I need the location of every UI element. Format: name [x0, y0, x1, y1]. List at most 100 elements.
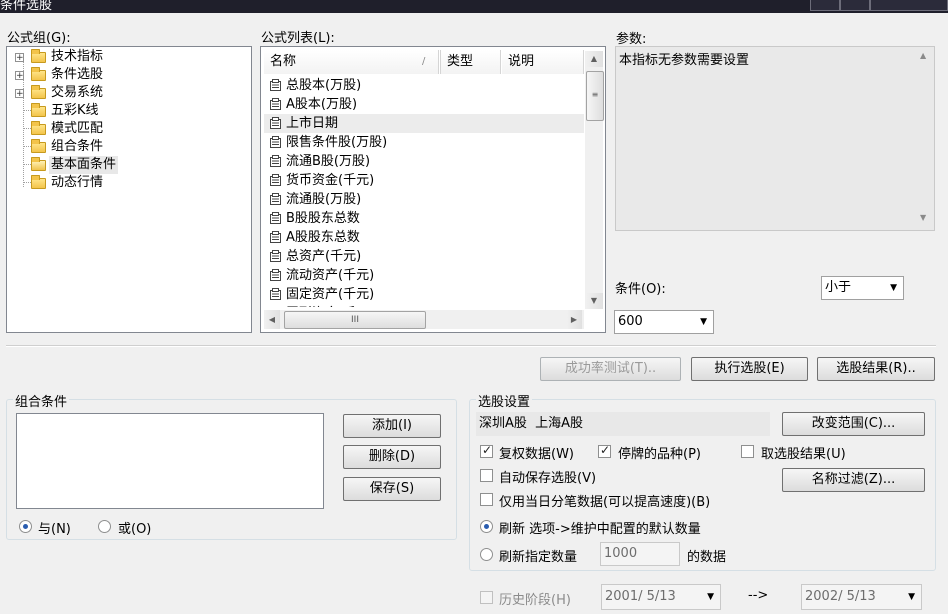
take-result-checkbox[interactable] — [741, 445, 754, 458]
column-header-desc[interactable]: 说明 — [502, 50, 584, 74]
list-item[interactable]: 上市日期 — [264, 114, 584, 133]
history-label: 历史阶段(H) — [499, 593, 571, 608]
formula-list[interactable]: 名称 / 类型 说明 总股本(万股) A股本(万股) 上市日期 限售条件股(万股) 流通… — [260, 46, 606, 333]
run-selection-button[interactable]: 执行选股(E) — [691, 357, 808, 381]
combo-condition-list[interactable] — [16, 413, 324, 509]
folder-icon — [31, 121, 46, 135]
auto-save-label: 自动保存选股(V) — [499, 471, 597, 486]
tree-item-condition-select[interactable]: + 条件选股 — [7, 66, 247, 84]
folder-icon — [31, 139, 46, 153]
maximize-button[interactable] — [840, 0, 870, 11]
tree-item-colored-kline[interactable]: 五彩K线 — [7, 102, 247, 120]
refresh-default-radio[interactable] — [480, 520, 493, 533]
selection-settings-title: 选股设置 — [476, 391, 533, 410]
close-button[interactable] — [870, 0, 948, 11]
list-item[interactable]: 流动资产(千元) — [264, 266, 584, 285]
tree-item-dynamic-quotes[interactable]: 动态行情 — [7, 174, 247, 192]
take-result-label: 取选股结果(U) — [761, 447, 846, 462]
tree-item-pattern-match[interactable]: 模式匹配 — [7, 120, 247, 138]
params-textarea[interactable]: 本指标无参数需要设置 ▲ ▼ — [615, 46, 935, 231]
formula-doc-icon — [269, 117, 282, 130]
list-body: 总股本(万股) A股本(万股) 上市日期限售条件股(万股) 流通B股(万股) 货币资金(… — [264, 75, 584, 307]
expand-plus-icon[interactable]: + — [15, 53, 24, 63]
condition-label: 条件(O): — [615, 282, 666, 297]
expand-plus-icon[interactable]: + — [15, 71, 24, 81]
scroll-left-icon[interactable]: ◀ — [264, 310, 280, 329]
combo-condition-title: 组合条件 — [13, 391, 70, 410]
formula-name: 上市日期 — [286, 116, 339, 131]
tree-item-trading-system[interactable]: + 交易系统 — [7, 84, 247, 102]
tree-item-label: 条件选股 — [51, 67, 104, 82]
folder-icon — [31, 67, 46, 81]
and-radio[interactable] — [19, 520, 32, 533]
formula-doc-icon — [269, 174, 282, 187]
tree-item-label: 动态行情 — [51, 175, 104, 190]
formula-name: 总资产(千元) — [286, 249, 362, 264]
column-header-name[interactable]: 名称 / — [264, 50, 439, 74]
formula-doc-icon — [269, 193, 282, 206]
suspended-label: 停牌的品种(P) — [618, 447, 701, 462]
formula-group-tree[interactable]: + 技术指标 + 条件选股 + 交易系统 五彩K线 模式匹配 组合条件 基本面条… — [6, 46, 252, 333]
folder-icon — [31, 49, 46, 63]
formula-doc-icon — [269, 250, 282, 263]
or-radio[interactable] — [98, 520, 111, 533]
formula-doc-icon — [269, 231, 282, 244]
chevron-down-icon: ▼ — [908, 592, 915, 602]
list-item[interactable]: 无形资产(千元) — [264, 304, 584, 307]
tree-item-label: 模式匹配 — [51, 121, 104, 136]
list-item[interactable]: B股股东总数 — [264, 209, 584, 228]
change-range-button[interactable]: 改变范围(C)... — [782, 412, 925, 436]
chevron-down-icon: ▼ — [700, 317, 707, 327]
column-header-type[interactable]: 类型 — [440, 50, 501, 74]
name-filter-button[interactable]: 名称过滤(Z)... — [782, 468, 925, 492]
scroll-thumb[interactable]: ≡ — [586, 71, 604, 121]
success-rate-test-button[interactable]: 成功率测试(T).. — [540, 357, 681, 381]
history-end-date[interactable]: 2002/ 5/13 ▼ — [801, 584, 922, 610]
and-label: 与(N) — [38, 522, 71, 537]
delete-button[interactable]: 删除(D) — [343, 445, 441, 469]
tick-only-checkbox[interactable] — [480, 493, 493, 506]
selection-result-button[interactable]: 选股结果(R).. — [817, 357, 935, 381]
list-item[interactable]: A股股东总数 — [264, 228, 584, 247]
list-item[interactable]: 流通B股(万股) — [264, 152, 584, 171]
formula-name: 无形资产(千元) — [286, 304, 374, 307]
refresh-count-input[interactable]: 1000 — [600, 542, 680, 566]
scroll-right-icon[interactable]: ▶ — [566, 310, 582, 329]
history-start-date[interactable]: 2001/ 5/13 ▼ — [601, 584, 721, 610]
horizontal-scrollbar[interactable]: ◀ III ▶ — [264, 310, 584, 329]
formula-doc-icon — [269, 79, 282, 92]
formula-doc-icon — [269, 136, 282, 149]
condition-value-select[interactable]: 600 ▼ — [614, 310, 714, 334]
suspended-checkbox[interactable] — [598, 443, 611, 458]
tree-item-label: 基本面条件 — [49, 156, 119, 174]
list-item[interactable]: 限售条件股(万股) — [264, 133, 584, 152]
list-item[interactable]: 总股本(万股) — [264, 76, 584, 95]
rights-data-checkbox[interactable] — [480, 443, 493, 458]
formula-name: 货币资金(千元) — [286, 173, 375, 188]
list-item[interactable]: 总资产(千元) — [264, 247, 584, 266]
condition-operator-select[interactable]: 小于 ▼ — [821, 276, 904, 300]
tree-item-tech-indicators[interactable]: + 技术指标 — [7, 48, 247, 66]
expand-plus-icon[interactable]: + — [15, 89, 24, 99]
list-item[interactable]: A股本(万股) — [264, 95, 584, 114]
scroll-up-icon[interactable]: ▲ — [585, 51, 603, 67]
auto-save-checkbox[interactable] — [480, 469, 493, 482]
history-checkbox[interactable] — [480, 591, 493, 604]
refresh-count-radio[interactable] — [480, 548, 493, 561]
minimize-button[interactable] — [810, 0, 840, 11]
formula-doc-icon — [269, 288, 282, 301]
tree-item-combo-condition[interactable]: 组合条件 — [7, 138, 247, 156]
tree-item-label: 交易系统 — [51, 85, 104, 100]
list-item[interactable]: 固定资产(千元) — [264, 285, 584, 304]
scroll-up-icon: ▲ — [920, 51, 927, 60]
market-range-field: 深圳A股 上海A股 — [476, 412, 770, 436]
list-item[interactable]: 流通股(万股) — [264, 190, 584, 209]
tree-item-fundamental[interactable]: 基本面条件 — [7, 156, 247, 174]
folder-icon — [31, 103, 46, 117]
scroll-thumb[interactable]: III — [284, 311, 426, 329]
list-item[interactable]: 货币资金(千元) — [264, 171, 584, 190]
scroll-down-icon[interactable]: ▼ — [585, 293, 603, 309]
save-button[interactable]: 保存(S) — [343, 477, 441, 501]
add-button[interactable]: 添加(I) — [343, 414, 441, 438]
vertical-scrollbar[interactable]: ▲ ≡ ▼ — [585, 51, 604, 309]
